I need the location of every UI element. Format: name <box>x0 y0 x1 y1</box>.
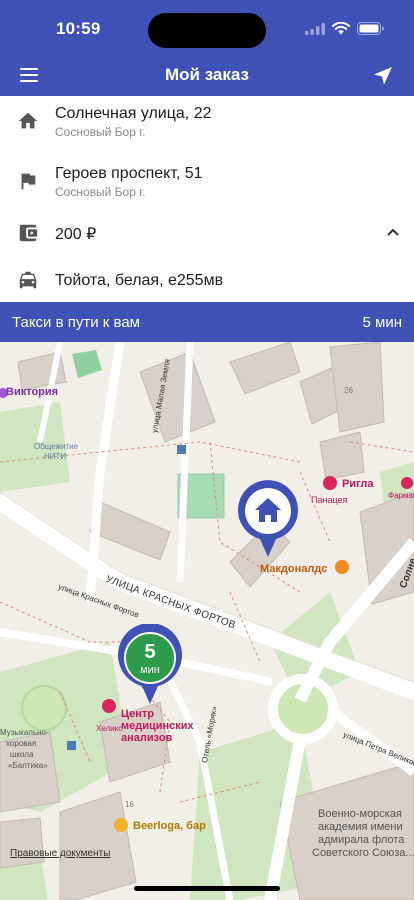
legal-documents-link[interactable]: Правовые документы <box>10 848 110 859</box>
poi-navy-line4[interactable]: Советского Союза... <box>312 847 414 859</box>
poi-center-line2[interactable]: медицинских <box>121 720 194 732</box>
map-view[interactable]: Виктория Общежитие НИТИ Ригла Панацея Фа… <box>0 342 414 900</box>
car-description: Тойота, белая, е255мв <box>55 272 224 289</box>
poi-mcdonalds[interactable]: Макдоналдс <box>260 563 327 575</box>
poi-viktoria[interactable]: Виктория <box>6 386 58 398</box>
poi-niti[interactable]: НИТИ <box>44 452 66 461</box>
eta-minutes: 5 <box>144 641 156 663</box>
pickup-row[interactable]: Солнечная улица, 22 Сосновый Бор г. <box>0 96 414 148</box>
home-pin-icon <box>238 480 298 557</box>
destination-address: Героев проспект, 51 <box>55 165 203 182</box>
status-icons <box>305 22 384 35</box>
taxi-eta-marker[interactable]: 5 мин <box>116 624 184 704</box>
wifi-icon <box>332 22 350 35</box>
chevron-up-icon[interactable] <box>386 225 400 239</box>
house-number-26: 26 <box>344 386 353 395</box>
home-icon <box>18 112 38 129</box>
pickup-address: Солнечная улица, 22 <box>55 105 212 122</box>
wallet-icon <box>19 224 38 242</box>
poi-farmakon[interactable]: Фармакон <box>388 491 414 500</box>
poi-music-line4[interactable]: «Балтика» <box>8 761 48 770</box>
poi-music-line1[interactable]: Музыкально- <box>0 728 49 737</box>
poi-center-line1[interactable]: Центр <box>121 708 154 720</box>
status-bar: 10:59 <box>0 0 414 56</box>
destination-row[interactable]: Героев проспект, 51 Сосновый Бор г. <box>0 156 414 208</box>
price-row[interactable]: 200 ₽ <box>0 208 414 260</box>
flag-icon <box>21 173 36 190</box>
poi-beerloga[interactable]: Beerloga, бар <box>133 820 206 832</box>
house-number-16: 16 <box>125 800 134 809</box>
poi-panaceya[interactable]: Панацея <box>311 495 347 505</box>
poi-helix[interactable]: Хеликс <box>96 724 122 733</box>
poi-navy-line2[interactable]: академия имени <box>318 821 403 833</box>
poi-music-line2[interactable]: хоровая <box>6 739 36 748</box>
ride-eta: 5 мин <box>362 314 403 331</box>
poi-center-line3[interactable]: анализов <box>121 732 172 744</box>
poi-navy-line3[interactable]: адмирала флота <box>318 834 404 846</box>
eta-unit: мин <box>140 664 160 676</box>
ride-status-bar: Такси в пути к вам 5 мин <box>0 302 414 342</box>
signal-icon <box>305 22 325 35</box>
pickup-marker[interactable] <box>236 479 300 557</box>
pickup-city: Сосновый Бор г. <box>55 125 146 139</box>
home-indicator <box>134 886 280 891</box>
locate-button[interactable] <box>372 65 394 87</box>
ride-status-text: Такси в пути к вам <box>12 314 140 331</box>
poi-navy-line1[interactable]: Военно-морская <box>318 808 402 820</box>
poi-obshezhitie[interactable]: Общежитие <box>34 442 78 451</box>
dynamic-island <box>148 13 266 48</box>
destination-city: Сосновый Бор г. <box>55 185 146 199</box>
page-title: Мой заказ <box>164 65 250 84</box>
car-row[interactable]: Тойота, белая, е255мв <box>0 256 414 302</box>
battery-icon <box>357 22 384 35</box>
taxi-icon <box>19 271 37 289</box>
navigation-arrow-icon <box>374 67 392 85</box>
poi-music-line3[interactable]: школа <box>10 750 33 759</box>
poi-rigla[interactable]: Ригла <box>342 478 374 490</box>
price-value: 200 ₽ <box>55 226 97 243</box>
nav-bar: Мой заказ <box>0 56 414 96</box>
clock: 10:59 <box>56 19 101 38</box>
